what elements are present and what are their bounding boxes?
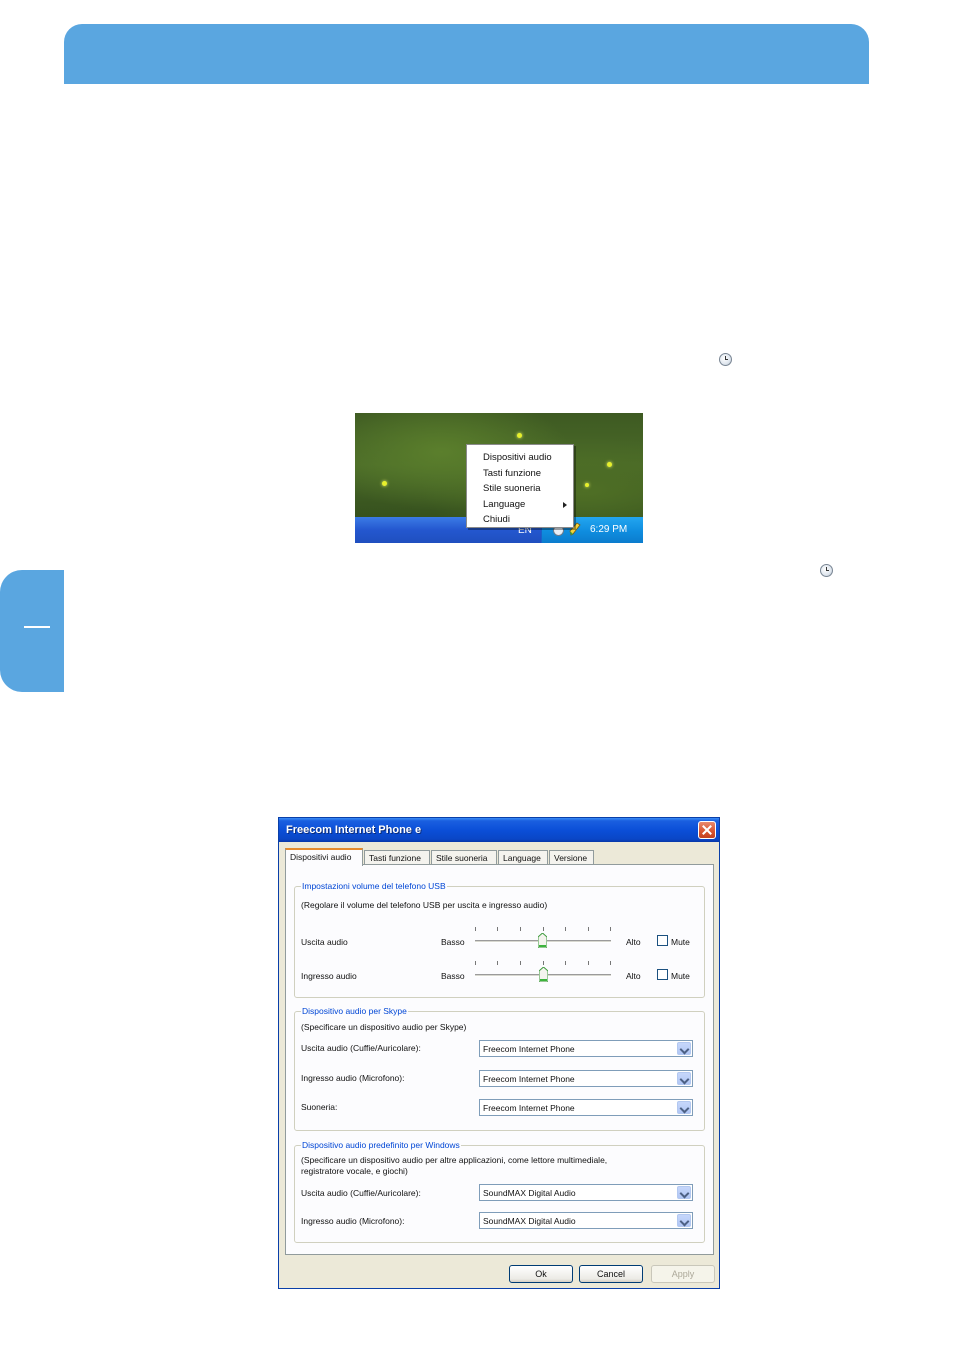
- tray-menu-screenshot: EN 6:29 PM Dispositivi audio Tasti funzi…: [355, 413, 643, 543]
- page-header-bar: [64, 24, 869, 84]
- slider-tick: [565, 927, 566, 931]
- windows-audio-group: Dispositivo audio predefinito per Window…: [294, 1140, 705, 1243]
- select-value: Freecom Internet Phone: [483, 1044, 575, 1054]
- slider-tick: [610, 961, 611, 965]
- device-label: Uscita audio (Cuffie/Auricolare):: [301, 1188, 421, 1198]
- tray-clock-time[interactable]: 6:29 PM: [590, 524, 627, 535]
- group-description: (Specificare un dispositivo audio per al…: [301, 1155, 608, 1165]
- select-value: Freecom Internet Phone: [483, 1103, 575, 1113]
- settings-dialog: Freecom Internet Phone e Dispositivi aud…: [278, 817, 720, 1289]
- slider-tick: [475, 927, 476, 931]
- menu-item-label: Language: [483, 498, 526, 510]
- device-label: Uscita audio (Cuffie/Auricolare):: [301, 1043, 421, 1053]
- group-title: Dispositivo audio predefinito per Window…: [301, 1140, 461, 1150]
- submenu-arrow-icon: [563, 501, 567, 508]
- select-value: Freecom Internet Phone: [483, 1074, 575, 1084]
- windows-input-select[interactable]: SoundMAX Digital Audio: [479, 1212, 693, 1229]
- side-tab-dash: [24, 626, 50, 628]
- grass-highlight: [517, 433, 522, 438]
- chevron-down-icon[interactable]: [677, 1101, 691, 1114]
- slider-high-label: Alto: [626, 971, 641, 981]
- chevron-down-icon[interactable]: [677, 1186, 691, 1199]
- grass-highlight: [382, 481, 387, 486]
- select-value: SoundMAX Digital Audio: [483, 1188, 576, 1198]
- manual-page: EN 6:29 PM Dispositivi audio Tasti funzi…: [0, 0, 953, 1352]
- group-description: registratore vocale, e giochi): [301, 1166, 408, 1176]
- tab-tasti-funzione[interactable]: Tasti funzione: [364, 850, 430, 865]
- slider-tick: [520, 961, 521, 965]
- tab-stile-suoneria[interactable]: Stile suoneria: [431, 850, 497, 865]
- chevron-down-icon[interactable]: [677, 1042, 691, 1055]
- apply-button[interactable]: Apply: [651, 1265, 715, 1283]
- skype-input-select[interactable]: Freecom Internet Phone: [479, 1070, 693, 1087]
- close-icon[interactable]: [698, 821, 716, 839]
- menu-item-dispositivi-audio[interactable]: Dispositivi audio: [467, 450, 573, 466]
- dialog-title: Freecom Internet Phone e: [286, 824, 422, 836]
- group-title: Dispositivo audio per Skype: [301, 1006, 408, 1016]
- ok-button[interactable]: Ok: [509, 1265, 573, 1283]
- select-value: SoundMAX Digital Audio: [483, 1216, 576, 1226]
- menu-item-label: Tasti funzione: [483, 467, 542, 479]
- slider-low-label: Basso: [441, 971, 465, 981]
- slider-tick: [497, 961, 498, 965]
- menu-item-language[interactable]: Language: [467, 497, 573, 513]
- slider-label: Ingresso audio: [301, 971, 357, 981]
- slider-tick: [588, 927, 589, 931]
- mute-label: Mute: [671, 937, 690, 947]
- tab-versione[interactable]: Versione: [549, 850, 594, 865]
- mute-label: Mute: [671, 971, 690, 981]
- menu-item-chiudi[interactable]: Chiudi: [467, 512, 573, 528]
- slider-thumb[interactable]: [539, 967, 548, 982]
- clock-icon: [719, 353, 732, 366]
- slider-thumb[interactable]: [538, 933, 547, 948]
- slider-tick: [543, 927, 544, 931]
- menu-item-label: Chiudi: [483, 514, 510, 526]
- slider-tick: [520, 927, 521, 931]
- menu-item-label: Stile suoneria: [483, 483, 541, 495]
- skype-ringer-select[interactable]: Freecom Internet Phone: [479, 1099, 693, 1116]
- menu-item-stile-suoneria[interactable]: Stile suoneria: [467, 481, 573, 497]
- group-title: Impostazioni volume del telefono USB: [301, 881, 447, 891]
- windows-output-select[interactable]: SoundMAX Digital Audio: [479, 1184, 693, 1201]
- device-label: Ingresso audio (Microfono):: [301, 1216, 405, 1226]
- grass-highlight: [585, 483, 589, 487]
- clock-icon: [820, 564, 833, 577]
- device-label: Suoneria:: [301, 1102, 338, 1112]
- mute-checkbox[interactable]: [657, 935, 668, 946]
- grass-highlight: [607, 462, 612, 467]
- tab-dispositivi-audio[interactable]: Dispositivi audio: [285, 848, 363, 866]
- group-description: (Specificare un dispositivo audio per Sk…: [301, 1022, 467, 1032]
- chapter-side-tab: [0, 570, 64, 692]
- slider-tick: [543, 961, 544, 965]
- cancel-button[interactable]: Cancel: [579, 1265, 643, 1283]
- menu-item-label: Dispositivi audio: [483, 452, 552, 463]
- device-label: Ingresso audio (Microfono):: [301, 1073, 405, 1083]
- slider-low-label: Basso: [441, 937, 465, 947]
- skype-audio-group: Dispositivo audio per Skype (Specificare…: [294, 1006, 705, 1131]
- mute-checkbox[interactable]: [657, 969, 668, 980]
- chevron-down-icon[interactable]: [677, 1214, 691, 1227]
- tab-language[interactable]: Language: [498, 850, 548, 865]
- tab-panel: Impostazioni volume del telefono USB (Re…: [285, 864, 714, 1255]
- slider-tick: [565, 961, 566, 965]
- chevron-down-icon[interactable]: [677, 1072, 691, 1085]
- usb-volume-group: Impostazioni volume del telefono USB (Re…: [294, 881, 705, 998]
- slider-tick: [588, 961, 589, 965]
- tray-context-menu: Dispositivi audio Tasti funzione Stile s…: [466, 444, 574, 528]
- dialog-titlebar[interactable]: Freecom Internet Phone e: [279, 818, 719, 842]
- skype-output-select[interactable]: Freecom Internet Phone: [479, 1040, 693, 1057]
- slider-tick: [497, 927, 498, 931]
- slider-high-label: Alto: [626, 937, 641, 947]
- slider-label: Uscita audio: [301, 937, 348, 947]
- slider-tick: [475, 961, 476, 965]
- group-description: (Regolare il volume del telefono USB per…: [301, 900, 548, 910]
- slider-tick: [610, 927, 611, 931]
- menu-item-tasti-funzione[interactable]: Tasti funzione: [467, 466, 573, 482]
